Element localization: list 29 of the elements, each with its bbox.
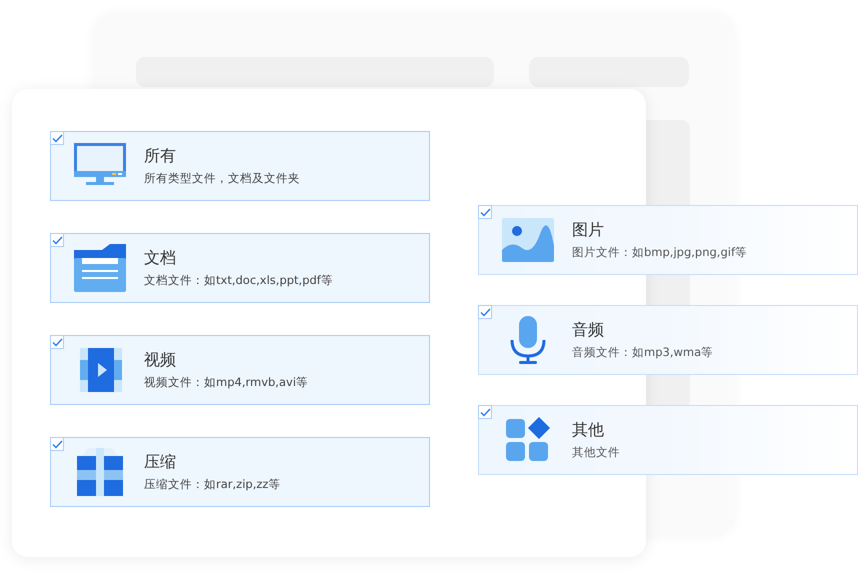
file-type-card[interactable]: 文档 文档文件：如txt,doc,xls,ppt,pdf等 (50, 233, 430, 303)
file-type-description: 图片文件：如bmp,jpg,png,gif等 (572, 245, 747, 260)
file-type-description: 其他文件 (572, 445, 620, 460)
file-type-description: 视频文件：如mp4,rmvb,avi等 (144, 375, 308, 390)
file-type-title: 视频 (144, 350, 177, 370)
checkbox[interactable] (50, 335, 64, 349)
file-type-description: 压缩文件：如rar,zip,zz等 (144, 477, 280, 492)
file-type-card[interactable]: 图片 图片文件：如bmp,jpg,png,gif等 (478, 205, 858, 275)
folder-icon (72, 242, 128, 294)
file-type-title: 文档 (144, 248, 177, 268)
checkbox[interactable] (478, 405, 492, 419)
file-type-description: 音频文件：如mp3,wma等 (572, 345, 714, 360)
file-type-title: 音频 (572, 320, 605, 340)
file-type-card[interactable]: 音频 音频文件：如mp3,wma等 (478, 305, 858, 375)
checkbox[interactable] (478, 305, 492, 319)
file-type-card[interactable]: 其他 其他文件 (478, 405, 858, 475)
file-type-description: 文档文件：如txt,doc,xls,ppt,pdf等 (144, 273, 333, 288)
file-type-title: 图片 (572, 220, 605, 240)
file-type-title: 其他 (572, 420, 605, 440)
file-type-title: 压缩 (144, 452, 177, 472)
file-type-card[interactable]: 压缩 压缩文件：如rar,zip,zz等 (50, 437, 430, 507)
file-type-description: 所有类型文件，文档及文件夹 (144, 171, 300, 186)
file-type-card[interactable]: 视频 视频文件：如mp4,rmvb,avi等 (50, 335, 430, 405)
checkbox[interactable] (50, 437, 64, 451)
checkbox[interactable] (50, 131, 64, 145)
checkbox[interactable] (478, 205, 492, 219)
file-type-card[interactable]: 所有 所有类型文件，文档及文件夹 (50, 131, 430, 201)
checkbox[interactable] (50, 233, 64, 247)
file-type-title: 所有 (144, 146, 177, 166)
